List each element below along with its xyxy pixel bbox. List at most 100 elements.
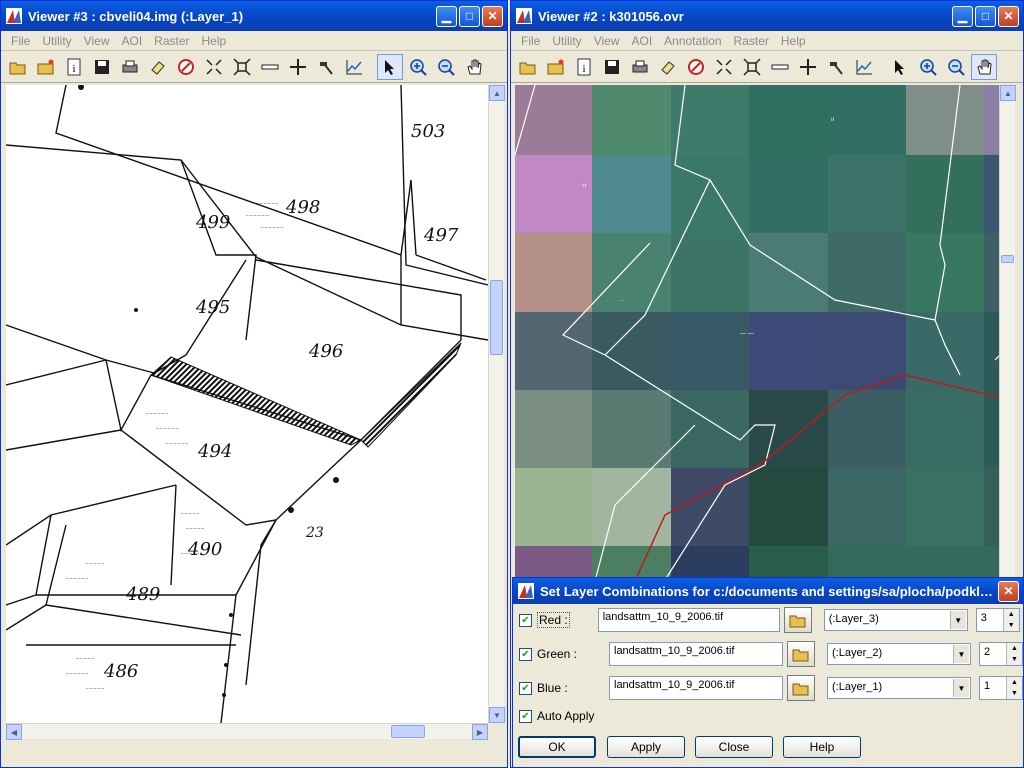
menu-help[interactable]: Help [196, 34, 233, 48]
info-icon[interactable]: i [61, 54, 87, 80]
minimize-button[interactable]: ▁ [952, 5, 973, 27]
menu-utility[interactable]: Utility [546, 34, 587, 48]
menu-help[interactable]: Help [775, 34, 812, 48]
dialog-close-button[interactable]: ✕ [998, 580, 1019, 602]
close-button[interactable]: ✕ [998, 5, 1019, 27]
viewer3-horizontal-scrollbar[interactable]: ◀ ▶ [6, 723, 488, 740]
select-arrow-icon[interactable] [887, 54, 913, 80]
apply-button[interactable]: Apply [607, 736, 685, 758]
no-entry-icon[interactable] [173, 54, 199, 80]
new-layer-icon[interactable] [543, 54, 569, 80]
close-button[interactable]: ✕ [482, 5, 503, 27]
scroll-up-arrow[interactable]: ▲ [1000, 85, 1016, 101]
crosshair-icon[interactable] [285, 54, 311, 80]
menu-view[interactable]: View [588, 34, 626, 48]
scroll-thumb[interactable] [490, 280, 503, 355]
chevron-down-icon[interactable]: ▼ [953, 645, 969, 663]
menu-file[interactable]: File [5, 34, 36, 48]
scroll-thumb[interactable] [391, 725, 425, 738]
profile-icon[interactable] [341, 54, 367, 80]
zoom-in-fixed-icon[interactable] [201, 54, 227, 80]
svg-text:-·-·-·-·-·-: -·-·-·-·-·- [66, 671, 88, 677]
menu-aoi[interactable]: AOI [625, 34, 658, 48]
print-icon[interactable] [117, 54, 143, 80]
viewer3-vertical-scrollbar[interactable]: ▲ ▼ [488, 85, 505, 723]
scroll-thumb[interactable] [1001, 255, 1014, 263]
blue-layer-select[interactable]: (:Layer_1) ▼ [827, 677, 971, 699]
blue-browse-folder-icon[interactable] [787, 675, 815, 701]
maximize-button[interactable]: □ [975, 5, 996, 27]
parcel-label-499: 499 [195, 212, 230, 233]
scroll-down-arrow[interactable]: ▼ [489, 707, 505, 723]
menu-file[interactable]: File [515, 34, 546, 48]
red-band-stepper[interactable]: 3 ▲ ▼ [975, 608, 1020, 632]
hammer-icon[interactable] [313, 54, 339, 80]
new-layer-icon[interactable] [33, 54, 59, 80]
select-arrow-icon[interactable] [377, 53, 403, 80]
print-icon[interactable] [627, 54, 653, 80]
zoom-out-icon[interactable] [943, 54, 969, 80]
blue-file-field[interactable]: landsattm_10_9_2006.tif [609, 676, 783, 700]
menu-utility[interactable]: Utility [36, 34, 77, 48]
menu-raster[interactable]: Raster [148, 34, 195, 48]
maximize-button[interactable]: □ [459, 5, 480, 27]
menu-annotation[interactable]: Annotation [658, 34, 727, 48]
parcel-label-497: 497 [423, 225, 459, 246]
scroll-right-arrow[interactable]: ▶ [472, 724, 488, 740]
green-browse-folder-icon[interactable] [787, 641, 815, 667]
auto-apply-checkbox[interactable]: ✔ [519, 709, 532, 723]
red-checkbox[interactable]: ✔ [519, 613, 532, 627]
chevron-down-icon[interactable]: ▼ [953, 679, 969, 697]
measure-icon[interactable] [257, 54, 283, 80]
green-file-field[interactable]: landsattm_10_9_2006.tif [609, 642, 783, 666]
eraser-icon[interactable] [655, 54, 681, 80]
dialog-titlebar[interactable]: Set Layer Combinations for c:/documents … [513, 578, 1023, 604]
zoom-in-icon[interactable] [915, 54, 941, 80]
spinner-arrows-icon[interactable]: ▲ ▼ [1002, 609, 1019, 631]
zoom-out-icon[interactable] [433, 54, 459, 80]
red-browse-folder-icon[interactable] [783, 607, 812, 633]
red-layer-select[interactable]: (:Layer_3) ▼ [823, 609, 968, 631]
green-layer-select[interactable]: (:Layer_2) ▼ [827, 643, 971, 665]
chevron-down-icon[interactable]: ▼ [949, 611, 966, 629]
green-band-stepper[interactable]: 2 ▲ ▼ [979, 642, 1023, 666]
scroll-left-arrow[interactable]: ◀ [6, 724, 22, 740]
open-icon[interactable] [515, 54, 541, 80]
help-button[interactable]: Help [783, 736, 861, 758]
eraser-icon[interactable] [145, 54, 171, 80]
viewer2-satellite-canvas[interactable]: ıı ·ıı ·· — — [515, 85, 999, 581]
spinner-arrows-icon[interactable]: ▲ ▼ [1006, 677, 1022, 699]
hammer-icon[interactable] [823, 54, 849, 80]
menu-aoi[interactable]: AOI [115, 34, 148, 48]
pan-hand-icon[interactable] [461, 54, 487, 80]
save-icon[interactable] [89, 54, 115, 80]
zoom-in-icon[interactable] [405, 54, 431, 80]
ok-button[interactable]: OK [518, 736, 596, 758]
spinner-arrows-icon[interactable]: ▲ ▼ [1006, 643, 1022, 665]
open-icon[interactable] [5, 54, 31, 80]
blue-checkbox[interactable]: ✔ [519, 681, 532, 695]
measure-icon[interactable] [767, 54, 793, 80]
no-entry-icon[interactable] [683, 54, 709, 80]
svg-text:-·-·-·-·-·-: -·-·-·-·-·- [256, 201, 278, 207]
menu-raster[interactable]: Raster [728, 34, 775, 48]
save-icon[interactable] [599, 54, 625, 80]
red-file-field[interactable]: landsattm_10_9_2006.tif [597, 608, 780, 632]
zoom-out-fixed-icon[interactable] [229, 54, 255, 80]
viewer3-titlebar[interactable]: Viewer #3 : cbveli04.img (:Layer_1) ▁ □ … [1, 1, 507, 31]
viewer2-vertical-scrollbar[interactable]: ▲ [999, 85, 1016, 581]
blue-band-stepper[interactable]: 1 ▲ ▼ [979, 676, 1023, 700]
viewer3-map-canvas[interactable]: -·-·-·-·-·- -·-·-·-·-·-· -·-·-·-·-·- -·-·-… [6, 85, 488, 723]
zoom-out-fixed-icon[interactable] [739, 54, 765, 80]
viewer2-titlebar[interactable]: Viewer #2 : k301056.ovr ▁ □ ✕ [511, 1, 1023, 31]
info-icon[interactable]: i [571, 54, 597, 80]
green-checkbox[interactable]: ✔ [519, 647, 532, 661]
profile-icon[interactable] [851, 54, 877, 80]
crosshair-icon[interactable] [795, 54, 821, 80]
menu-view[interactable]: View [78, 34, 116, 48]
pan-hand-icon[interactable] [971, 53, 997, 80]
scroll-up-arrow[interactable]: ▲ [489, 85, 505, 101]
close-button[interactable]: Close [695, 736, 773, 758]
zoom-in-fixed-icon[interactable] [711, 54, 737, 80]
minimize-button[interactable]: ▁ [436, 5, 457, 27]
